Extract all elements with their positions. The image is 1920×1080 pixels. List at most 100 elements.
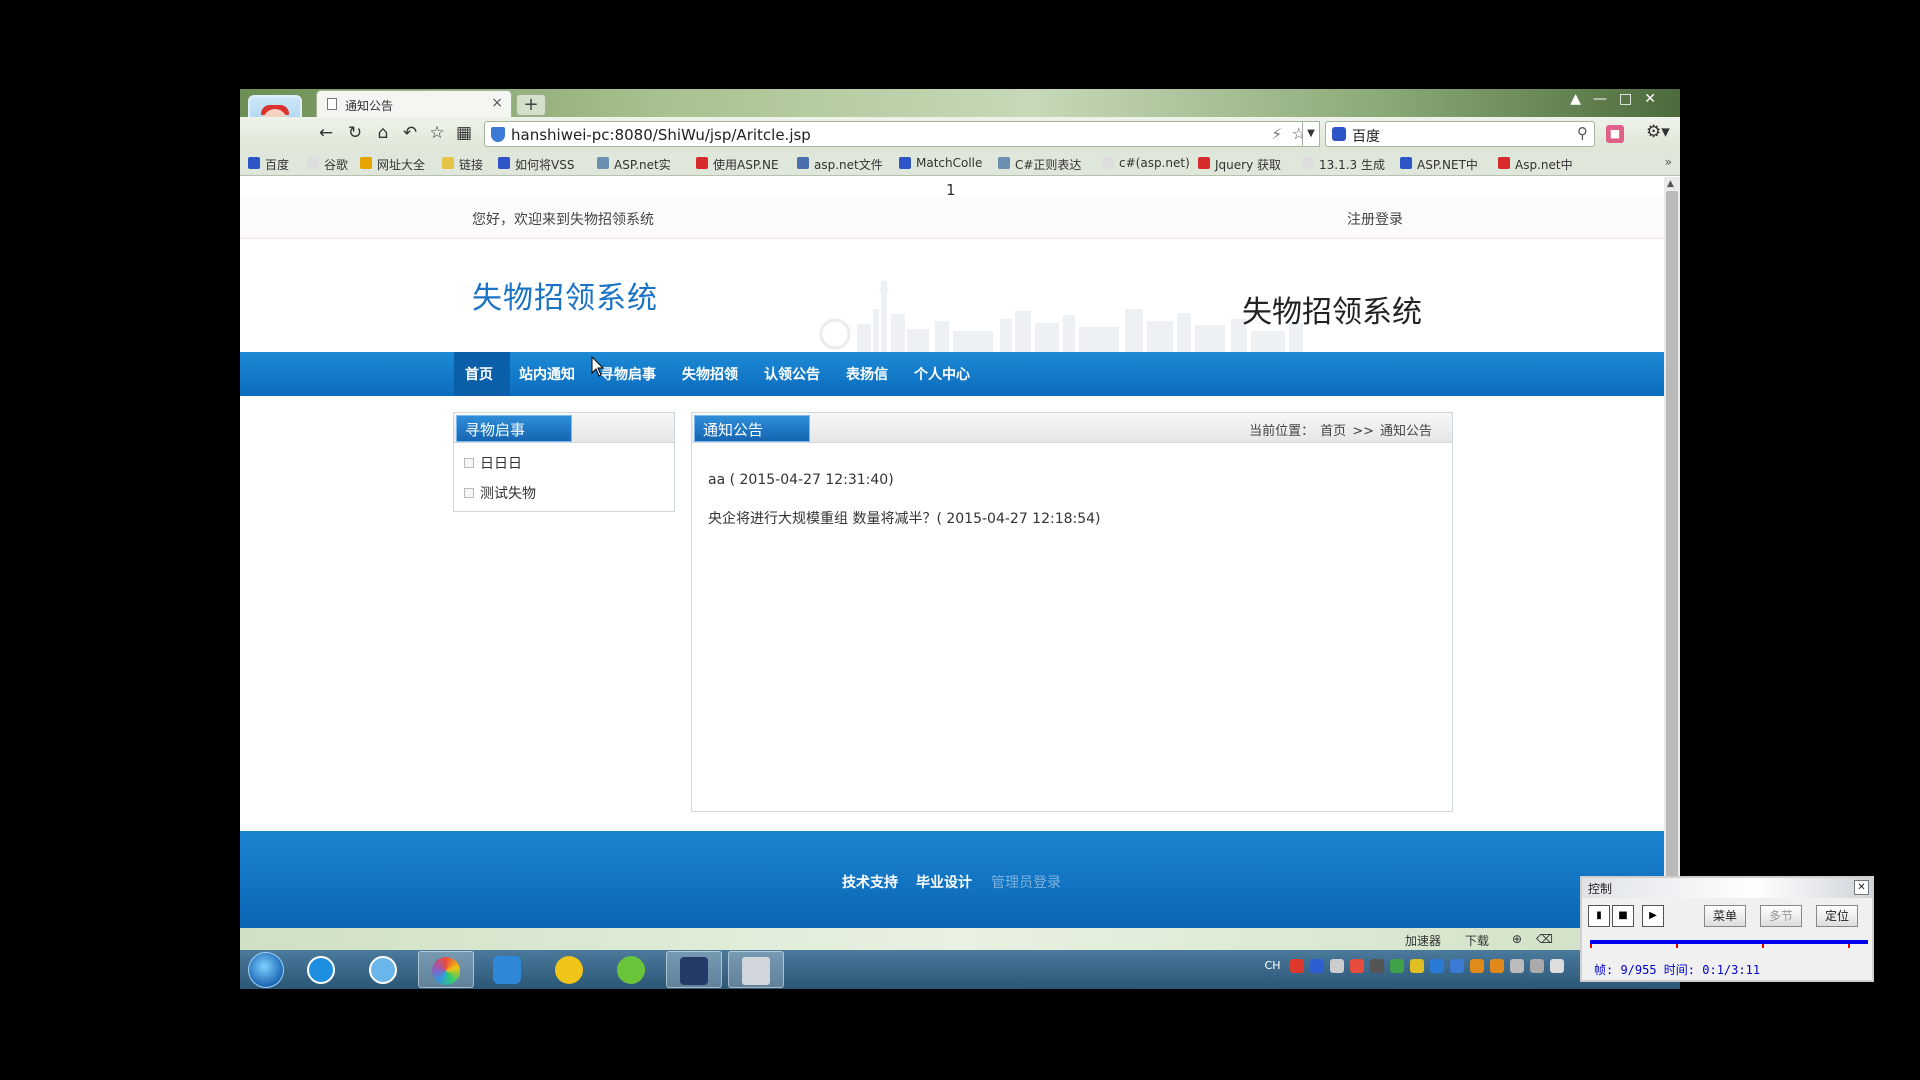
- lightning-icon[interactable]: ⚡: [1271, 125, 1282, 143]
- camera-icon[interactable]: [1370, 959, 1384, 973]
- add-icon[interactable]: ⊕: [1512, 932, 1522, 946]
- address-bar[interactable]: hanshiwei-pc:8080/ShiWu/jsp/Aritcle.jsp …: [484, 121, 1319, 147]
- site-logo[interactable]: 失物招领系统: [472, 273, 658, 317]
- nav-claim-notices[interactable]: 认领公告: [764, 364, 820, 384]
- back-icon[interactable]: ←: [314, 123, 338, 143]
- shield-icon[interactable]: [1450, 959, 1464, 973]
- tray-blue-icon[interactable]: [1430, 959, 1444, 973]
- taskbar-app-kugou[interactable]: [294, 951, 350, 988]
- bookmark-item[interactable]: 谷歌: [307, 156, 348, 173]
- bookmark-item[interactable]: 链接: [442, 156, 483, 173]
- close-tab-icon[interactable]: ×: [491, 95, 503, 111]
- bird-icon: [493, 956, 521, 984]
- bookmark-item[interactable]: 13.1.3 生成: [1302, 156, 1385, 173]
- start-button[interactable]: [248, 952, 284, 988]
- minimize-icon[interactable]: —: [1593, 91, 1619, 107]
- bookmark-item[interactable]: 百度: [248, 156, 289, 173]
- taskbar-app-bird[interactable]: [480, 951, 536, 988]
- bookmark-item[interactable]: 如何将VSS: [498, 156, 574, 173]
- skin-icon[interactable]: ▲: [1570, 91, 1593, 107]
- play-next-icon[interactable]: ▶: [1642, 905, 1664, 927]
- nav-home[interactable]: 首页: [465, 364, 493, 384]
- taskbar-app-green[interactable]: [604, 951, 660, 988]
- nav-thank-you-letters[interactable]: 表扬信: [846, 364, 888, 384]
- scrollbar-thumb[interactable]: [1666, 191, 1678, 911]
- nav-lost-item-notices[interactable]: 寻物启事: [600, 364, 656, 384]
- bookmark-item[interactable]: ASP.NET中: [1400, 156, 1478, 173]
- tray-app-icon[interactable]: [1350, 959, 1364, 973]
- qq-icon[interactable]: [1410, 959, 1424, 973]
- monitor-icon[interactable]: [1530, 959, 1544, 973]
- address-dropdown-icon[interactable]: ▼: [1302, 121, 1320, 147]
- tab-title: 通知公告: [345, 99, 394, 113]
- favorite-star-icon[interactable]: ☆: [425, 123, 449, 143]
- page-viewport: 1 您好，欢迎来到失物招领系统 注册登录 失物招领系统 失物招领系统 首页 站内…: [240, 177, 1664, 928]
- bookmark-item[interactable]: asp.net文件: [797, 156, 883, 173]
- network-icon[interactable]: [1330, 959, 1344, 973]
- footer-graduation-design-link[interactable]: 毕业设计: [916, 872, 972, 892]
- maximize-icon[interactable]: □: [1619, 91, 1644, 107]
- security-shield-icon[interactable]: [1390, 959, 1404, 973]
- scroll-up-icon[interactable]: ▲: [1667, 179, 1674, 189]
- bookmark-item[interactable]: C#正则表达: [998, 156, 1081, 173]
- bookmark-item[interactable]: ASP.net实: [597, 156, 671, 173]
- qq-user-icon[interactable]: [1490, 959, 1504, 973]
- recorder-timeline[interactable]: [1590, 940, 1868, 948]
- qq-user-icon[interactable]: [1470, 959, 1484, 973]
- footer-tech-support-link[interactable]: 技术支持: [842, 872, 898, 892]
- recorder-icon: [742, 957, 770, 985]
- timeline-tick: [1848, 944, 1850, 948]
- bookmark-item[interactable]: Asp.net中: [1498, 156, 1573, 173]
- play-prev-icon[interactable]: ▮: [1588, 905, 1610, 927]
- apps-grid-icon[interactable]: ▦: [452, 123, 476, 143]
- top-welcome-bar: 您好，欢迎来到失物招领系统 注册登录: [240, 197, 1664, 239]
- article-link[interactable]: 央企将进行大规模重组 数量将减半？( 2015-04-27 12:18:54): [708, 508, 1101, 528]
- home-icon[interactable]: ⌂: [371, 123, 395, 143]
- sidebar-item[interactable]: 日日日: [464, 453, 522, 473]
- nav-found-items[interactable]: 失物招领: [682, 364, 738, 384]
- nav-site-notices[interactable]: 站内通知: [519, 364, 575, 384]
- taskbar-app-colorful[interactable]: [418, 951, 474, 988]
- taskbar-app-browser[interactable]: [356, 951, 412, 988]
- input-method-indicator[interactable]: CH: [1265, 959, 1281, 972]
- stop-icon[interactable]: ■: [1612, 905, 1634, 927]
- bookmark-item[interactable]: 使用ASP.NE: [696, 156, 779, 173]
- sogou-icon[interactable]: [1290, 959, 1304, 973]
- close-window-icon[interactable]: ✕: [1644, 91, 1668, 107]
- bookmarks-more-icon[interactable]: »: [1665, 155, 1672, 169]
- bookmark-item[interactable]: 网址大全: [360, 156, 425, 173]
- trash-icon[interactable]: ⌫: [1536, 932, 1553, 946]
- undo-icon[interactable]: ↶: [398, 123, 422, 143]
- locate-button[interactable]: 定位: [1816, 905, 1858, 927]
- footer-admin-login-link[interactable]: 管理员登录: [991, 872, 1061, 892]
- taskbar-app-yellow[interactable]: [542, 951, 598, 988]
- bookmark-item[interactable]: Jquery 获取: [1198, 156, 1281, 173]
- search-box[interactable]: 百度 ⚲: [1325, 121, 1595, 147]
- new-tab-button[interactable]: +: [516, 94, 546, 116]
- settings-wrench-icon[interactable]: ⚙▾: [1646, 122, 1670, 142]
- sidebar-item[interactable]: 测试失物: [464, 483, 536, 503]
- breadcrumb-home[interactable]: 首页: [1320, 424, 1346, 439]
- article-link[interactable]: aa ( 2015-04-27 12:31:40): [708, 472, 894, 488]
- flag-icon[interactable]: [1510, 959, 1524, 973]
- accelerator-button[interactable]: 加速器: [1405, 932, 1441, 949]
- nav-personal-center[interactable]: 个人中心: [914, 364, 970, 384]
- multi-section-button[interactable]: 多节: [1760, 905, 1802, 927]
- bookmark-item[interactable]: c#(asp.net): [1102, 156, 1190, 170]
- register-login-link[interactable]: 注册登录: [1347, 209, 1403, 229]
- reload-icon[interactable]: ↻: [343, 123, 367, 143]
- green-app-icon: [617, 956, 645, 984]
- recorder-control-panel: 控制 ✕ ▮ ■ ▶ 菜单 多节 定位 帧: 9/955 时间: 0:1/3:1…: [1580, 876, 1874, 982]
- taskbar-app-screen-recorder[interactable]: [728, 951, 784, 988]
- browser-tab[interactable]: 通知公告 ×: [316, 90, 512, 117]
- bookmark-item[interactable]: MatchColle: [899, 156, 982, 170]
- search-icon[interactable]: ⚲: [1577, 124, 1588, 142]
- extension-icon[interactable]: ■: [1606, 125, 1624, 143]
- page-scrollbar[interactable]: ▲: [1664, 177, 1680, 928]
- help-icon[interactable]: [1310, 959, 1324, 973]
- close-icon[interactable]: ✕: [1854, 880, 1869, 895]
- menu-button[interactable]: 菜单: [1704, 905, 1746, 927]
- volume-icon[interactable]: [1550, 959, 1564, 973]
- taskbar-app-editor[interactable]: [666, 951, 722, 988]
- download-button[interactable]: 下载: [1465, 932, 1489, 949]
